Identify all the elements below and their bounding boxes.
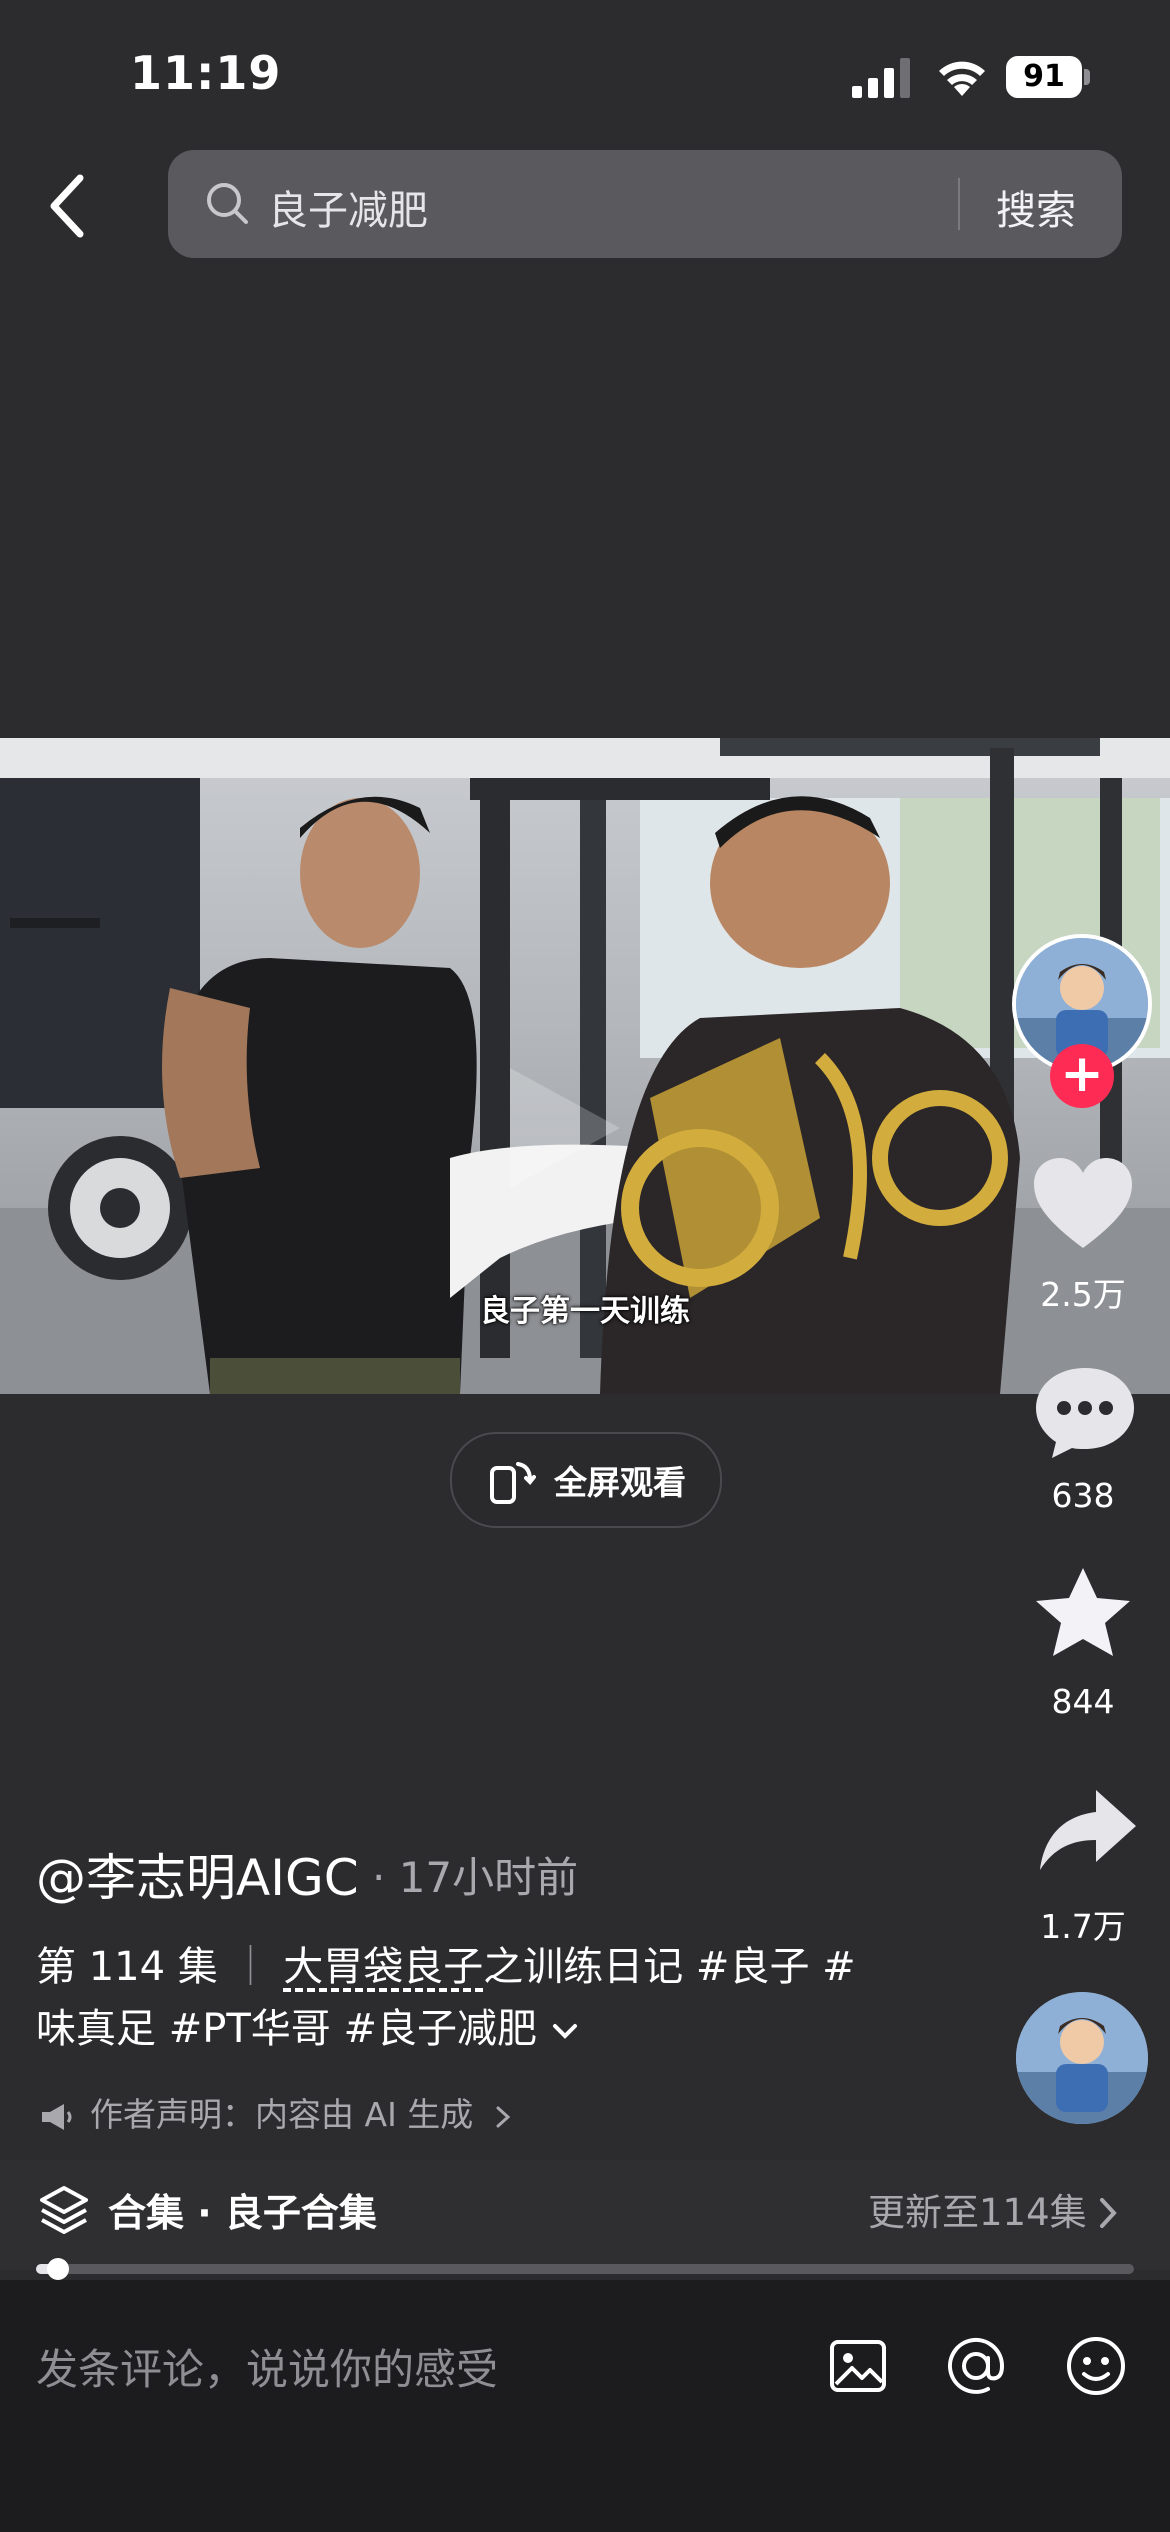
fullscreen-label: 全屏观看 (554, 1463, 686, 1502)
mention-icon[interactable] (944, 2334, 1008, 2398)
heart-icon[interactable] (1028, 1156, 1138, 1252)
comment-input[interactable]: 发条评论，说说你的感受 (36, 2336, 796, 2397)
comment-icon[interactable] (1030, 1364, 1140, 1460)
comment-bar: 发条评论，说说你的感受 (0, 2280, 1170, 2532)
expand-chevron-icon[interactable] (550, 2019, 580, 2043)
collection-label: 合集 · 良子合集 (108, 2191, 377, 2235)
desc-separator: ｜ (230, 1944, 284, 1990)
search-button[interactable]: 搜索 (996, 178, 1076, 236)
share-count: 1.7万 (1040, 1907, 1126, 1946)
post-time: · 17小时前 (372, 1853, 579, 1902)
back-button[interactable] (38, 170, 100, 242)
video-subtitle: 良子第一天训练 (480, 1294, 690, 1329)
video-player[interactable]: 良子第一天训练 (0, 738, 1170, 1394)
battery-icon: 91 (1006, 56, 1090, 98)
disclaimer-text: 作者声明：内容由 AI 生成 (90, 2095, 474, 2134)
layers-icon (40, 2186, 88, 2234)
search-input[interactable]: 良子减肥 (268, 178, 428, 236)
episode-label: 第 114 集 (36, 1944, 218, 1990)
desc-line-1: 第 114 集 ｜ 大胃袋良子之训练日记 #良子 # (36, 1936, 916, 1998)
follow-button[interactable]: + (1050, 1044, 1114, 1108)
megaphone-icon (42, 2103, 72, 2130)
wifi-icon (939, 61, 985, 96)
fullscreen-button[interactable]: 全屏观看 (450, 1432, 722, 1528)
chevron-right-icon (496, 2106, 511, 2127)
author-name[interactable]: @李志明AIGC (36, 1838, 359, 1910)
battery-level: 91 (1006, 56, 1082, 98)
favorite-count: 844 (1051, 1682, 1115, 1721)
series-link[interactable]: 大胃袋良子 (283, 1944, 483, 1990)
desc-rest: 之训练日记 #良子 # (483, 1944, 856, 1990)
status-time: 11:19 (130, 46, 282, 100)
star-icon[interactable] (1028, 1566, 1138, 1662)
desc-hashtags[interactable]: 味真足 #PT华哥 #良子减肥 (36, 2006, 537, 2052)
video-progress-track[interactable] (36, 2264, 1134, 2274)
ai-disclaimer[interactable]: 作者声明：内容由 AI 生成 (38, 2088, 514, 2136)
emoji-icon[interactable] (1064, 2334, 1128, 2398)
desc-line-2: 味真足 #PT华哥 #良子减肥 (36, 1998, 916, 2060)
search-icon (207, 183, 248, 224)
image-icon[interactable] (826, 2334, 890, 2398)
rotate-phone-icon (490, 1462, 536, 1504)
video-progress-handle[interactable] (46, 2258, 69, 2280)
like-count: 2.5万 (1040, 1275, 1126, 1314)
collection-update: 更新至114集 (868, 2191, 1087, 2234)
post-description[interactable]: 第 114 集 ｜ 大胃袋良子之训练日记 #良子 # 味真足 #PT华哥 #良子… (36, 1936, 916, 2060)
collection-chevron-icon (1100, 2198, 1117, 2228)
comment-count: 638 (1051, 1476, 1115, 1515)
search-bar[interactable]: 良子减肥 搜索 (168, 150, 1122, 258)
cellular-signal-icon (852, 58, 910, 98)
share-icon[interactable] (1032, 1786, 1142, 1882)
disc-avatar-image (1016, 1992, 1148, 2124)
music-disc-avatar[interactable] (1016, 1992, 1148, 2124)
search-divider (958, 178, 960, 230)
post-time-text: 17小时前 (398, 1853, 579, 1902)
collection-bar[interactable]: 合集 · 良子合集 更新至114集 (0, 2160, 1170, 2270)
